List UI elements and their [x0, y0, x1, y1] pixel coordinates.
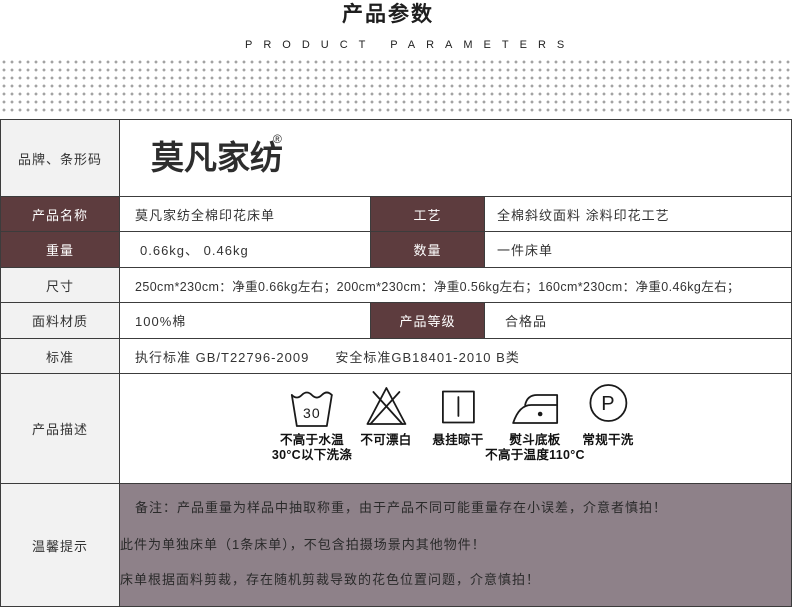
dry-clean-symbol-text: P: [601, 393, 615, 415]
care-item-dry-clean: P 常规干洗: [582, 382, 633, 448]
iron-low-heat-icon: [512, 394, 558, 424]
care-item-no-bleach: 不可漂白: [360, 382, 411, 448]
care-caption-iron-line1: 熨斗底板: [509, 433, 561, 447]
label-quantity: 数量: [371, 232, 484, 267]
warm-tips-box: 备注：产品重量为样品中抽取称重，由于产品不同可能重量存在小误差，介意者慎拍！ 此…: [120, 484, 791, 606]
line-dry-icon: [441, 390, 475, 424]
page-title: 产品参数: [342, 3, 434, 26]
wash-temperature-text: 30: [303, 405, 321, 421]
label-product-description: 产品描述: [1, 374, 119, 483]
label-standard: 标准: [1, 339, 119, 373]
care-caption-no-bleach: 不可漂白: [360, 433, 412, 447]
brand-logo-cell: 莫凡家纺 ®: [120, 120, 791, 196]
page-subtitle: PRODUCT PARAMETERS: [245, 39, 576, 51]
brand-logo: 莫凡家纺: [151, 139, 283, 176]
dot-pattern-divider: [0, 58, 794, 114]
value-grade: 合格品: [485, 303, 791, 338]
label-product-name: 产品名称: [1, 197, 119, 231]
care-symbols: 30 不高于水温 30°C以下洗涤 不可漂白 悬挂晾干 熨斗底板 不高于温度11…: [120, 374, 791, 483]
label-warm-tips: 温馨提示: [1, 484, 119, 606]
label-material: 面料材质: [1, 303, 119, 338]
value-product-name: 莫凡家纺全棉印花床单: [120, 197, 370, 231]
label-brand-barcode: 品牌、条形码: [1, 120, 119, 196]
care-caption-iron-line2: 不高于温度110°C: [485, 448, 585, 462]
tip-line-2: 此件为单独床单（1条床单），不包含拍摄场景内其他物件！: [120, 537, 486, 552]
tip-line-1: 备注：产品重量为样品中抽取称重，由于产品不同可能重量存在小误差，介意者慎拍！: [135, 500, 668, 515]
care-caption-wash-line2: 30°C以下洗涤: [271, 448, 353, 462]
value-craft: 全棉斜纹面料 涂料印花工艺: [485, 197, 791, 231]
care-item-line-dry: 悬挂晾干: [432, 382, 483, 448]
spec-table: 品牌、条形码 莫凡家纺 ® 产品名称 莫凡家纺全棉印花床单 工艺 全棉斜纹面料 …: [0, 119, 792, 607]
value-quantity: 一件床单: [485, 232, 791, 267]
value-material: 100%棉: [120, 303, 370, 338]
label-weight: 重量: [1, 232, 119, 267]
care-item-wash: 30 不高于水温 30°C以下洗涤: [272, 382, 352, 463]
value-standard: 执行标准 GB/T22796-2009 安全标准GB18401-2010 B类: [120, 339, 791, 373]
label-craft: 工艺: [371, 197, 484, 231]
label-grade: 产品等级: [371, 303, 484, 338]
dry-clean-icon: P: [589, 384, 627, 422]
no-bleach-icon: [366, 387, 406, 425]
care-caption-dry-clean: 常规干洗: [582, 433, 634, 447]
value-size: 250cm*230cm：净重0.66kg左右；200cm*230cm：净重0.5…: [120, 268, 791, 302]
wash-30-icon: 30: [291, 391, 333, 427]
care-caption-line-dry: 悬挂晾干: [432, 433, 484, 447]
execution-standard: 执行标准 GB/T22796-2009: [135, 349, 310, 365]
tip-line-3: 床单根据面料剪裁，存在随机剪裁导致的花色位置问题，介意慎拍！: [120, 572, 541, 587]
safety-standard: 安全标准GB18401-2010 B类: [335, 349, 520, 365]
care-item-iron: 熨斗底板 不高于温度110°C: [485, 382, 585, 463]
value-weight: 0.66kg、 0.46kg: [120, 232, 370, 267]
registered-trademark-mark: ®: [273, 132, 282, 146]
care-caption-wash-line1: 不高于水温: [279, 433, 344, 447]
label-size: 尺寸: [1, 268, 119, 302]
